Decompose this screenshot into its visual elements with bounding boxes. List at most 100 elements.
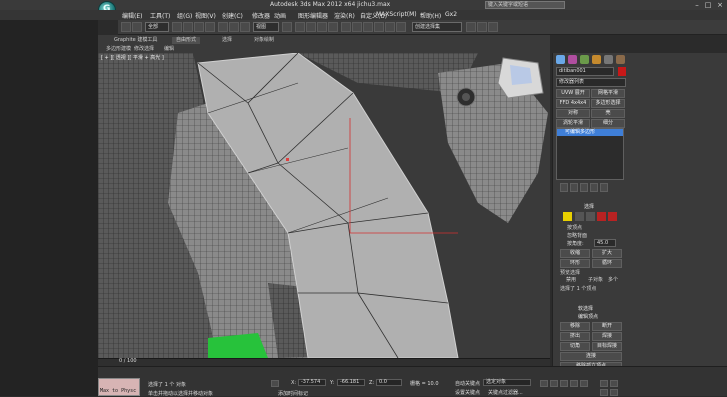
utilities-tab-icon[interactable] — [616, 55, 625, 64]
show-end-result-icon[interactable] — [570, 183, 578, 192]
shell-button[interactable]: 壳 — [591, 109, 625, 118]
select-by-name-icon[interactable] — [183, 22, 193, 32]
search-input[interactable]: 键入关键字或短语 — [485, 1, 565, 9]
render-frame-icon[interactable] — [477, 22, 487, 32]
angle-snap-icon[interactable] — [306, 22, 316, 32]
select-object-icon[interactable] — [172, 22, 182, 32]
menu-graph-editors[interactable]: 图形编辑器 — [298, 11, 328, 20]
maximize-icon[interactable]: □ — [703, 1, 713, 9]
reference-coord-dropdown[interactable]: 视图 — [253, 22, 279, 32]
menu-group[interactable]: 组(G) — [177, 11, 192, 20]
motion-tab-icon[interactable] — [592, 55, 601, 64]
next-frame-icon[interactable] — [570, 380, 578, 387]
y-coordinate-input[interactable]: -66.181 — [337, 379, 365, 386]
undo-icon[interactable] — [121, 22, 131, 32]
create-tab-icon[interactable] — [556, 55, 565, 64]
move-icon[interactable] — [218, 22, 228, 32]
go-to-start-icon[interactable] — [540, 380, 548, 387]
pivot-icon[interactable] — [282, 22, 292, 32]
ribbon-sub-edit[interactable]: 编辑 — [164, 45, 174, 52]
chamfer-button[interactable]: 切角 — [560, 342, 590, 351]
element-mode-icon[interactable] — [608, 212, 617, 221]
curve-editor-icon[interactable] — [374, 22, 384, 32]
soft-selection-rollout-header[interactable]: 软选择 — [556, 305, 626, 313]
remove-modifier-icon[interactable] — [590, 183, 598, 192]
ribbon-tab-freeform[interactable]: 自由形式 — [172, 37, 201, 44]
minimize-icon[interactable]: – — [692, 1, 702, 9]
object-color-swatch[interactable] — [618, 67, 626, 76]
zoom-all-icon[interactable] — [610, 380, 618, 387]
x-coordinate-input[interactable]: -37.574 — [298, 379, 326, 386]
edge-mode-icon[interactable] — [575, 212, 584, 221]
preview-disabled-radio[interactable]: 禁用 — [566, 276, 576, 283]
go-to-end-icon[interactable] — [580, 380, 588, 387]
by-vertex-checkbox[interactable]: 按顶点 — [567, 224, 582, 231]
menu-views[interactable]: 视图(V) — [195, 11, 216, 20]
preview-multi-radio[interactable]: 多个 — [608, 276, 618, 283]
prev-frame-icon[interactable] — [550, 380, 558, 387]
by-angle-checkbox[interactable]: 按角度: — [567, 240, 584, 247]
ribbon-sub-modify-selection[interactable]: 修改选择 — [134, 45, 154, 52]
menu-edit[interactable]: 编辑(E) — [122, 11, 142, 20]
auto-key-label[interactable]: 自动关键点 — [455, 380, 480, 387]
menu-tools[interactable]: 工具(T) — [150, 11, 170, 20]
percent-snap-icon[interactable] — [317, 22, 327, 32]
mirror-icon[interactable] — [341, 22, 351, 32]
menu-modifiers[interactable]: 修改器 — [252, 11, 270, 20]
make-unique-icon[interactable] — [580, 183, 588, 192]
weld-button[interactable]: 焊接 — [592, 332, 622, 341]
hierarchy-tab-icon[interactable] — [580, 55, 589, 64]
time-slider[interactable] — [98, 358, 550, 366]
spinner-snap-icon[interactable] — [328, 22, 338, 32]
snap-icon[interactable] — [295, 22, 305, 32]
vertex-mode-icon[interactable] — [563, 212, 572, 221]
ribbon-tab-graphite[interactable]: Graphite 建模工具 — [110, 37, 161, 44]
angle-input[interactable]: 45.0 — [594, 239, 616, 247]
selection-filter-dropdown[interactable]: 全部 — [145, 22, 169, 32]
break-button[interactable]: 断开 — [592, 322, 622, 331]
menu-maxscript[interactable]: MAXScript(M) — [376, 11, 417, 18]
layer-icon[interactable] — [363, 22, 373, 32]
polygon-mode-icon[interactable] — [597, 212, 606, 221]
display-tab-icon[interactable] — [604, 55, 613, 64]
pan-view-icon[interactable] — [600, 389, 608, 396]
ring-button[interactable]: 环形 — [560, 259, 590, 268]
edit-vertices-rollout-header[interactable]: 编辑顶点 — [556, 313, 626, 321]
shrink-button[interactable]: 收缩 — [560, 249, 590, 258]
play-icon[interactable] — [560, 380, 568, 387]
viewport-label[interactable]: [ + ][ 透视 ][ 平滑 + 高光 ] — [101, 54, 164, 61]
preview-subobject-radio[interactable]: 子对象 — [588, 276, 603, 283]
menu-help[interactable]: 帮助(H) — [420, 11, 441, 20]
remove-button[interactable]: 移除 — [560, 322, 590, 331]
uvw-unwrap-button[interactable]: UVW 展开 — [556, 89, 590, 98]
named-selection-dropdown[interactable]: 创建选择集 — [412, 22, 462, 32]
z-coordinate-input[interactable]: 0.0 — [376, 379, 402, 386]
schematic-icon[interactable] — [385, 22, 395, 32]
modifier-list-dropdown[interactable]: 修改器列表 — [556, 78, 626, 87]
extrude-button[interactable]: 挤出 — [560, 332, 590, 341]
connect-button[interactable]: 连接 — [560, 352, 622, 361]
zoom-icon[interactable] — [600, 380, 608, 387]
object-name-field[interactable]: ditiban001 — [556, 67, 614, 76]
orbit-icon[interactable] — [610, 389, 618, 396]
selection-rollout-header[interactable]: 选择 — [556, 203, 626, 211]
ffd-button[interactable]: FFD 4x4x4 — [556, 99, 590, 108]
lock-selection-icon[interactable] — [271, 380, 279, 387]
subdivide-button[interactable]: 细分 — [591, 119, 625, 128]
ribbon-sub-poly-modeling[interactable]: 多边形建模 — [106, 45, 131, 52]
configure-sets-icon[interactable] — [600, 183, 608, 192]
auto-key-dropdown[interactable]: 选定对象 — [483, 379, 531, 386]
modify-tab-icon[interactable] — [568, 55, 577, 64]
menu-create[interactable]: 创建(C) — [222, 11, 243, 20]
material-editor-icon[interactable] — [396, 22, 406, 32]
target-weld-button[interactable]: 目标焊接 — [592, 342, 622, 351]
meshsmooth-button[interactable]: 网格平滑 — [591, 89, 625, 98]
rect-selection-icon[interactable] — [194, 22, 204, 32]
menu-animation[interactable]: 动画 — [274, 11, 286, 20]
border-mode-icon[interactable] — [586, 212, 595, 221]
close-icon[interactable]: × — [715, 1, 725, 9]
align-icon[interactable] — [352, 22, 362, 32]
render-icon[interactable] — [488, 22, 498, 32]
menu-gx2[interactable]: Gx2 — [445, 11, 457, 18]
stack-item-editable-poly[interactable]: 可编辑多边形 — [557, 129, 623, 136]
